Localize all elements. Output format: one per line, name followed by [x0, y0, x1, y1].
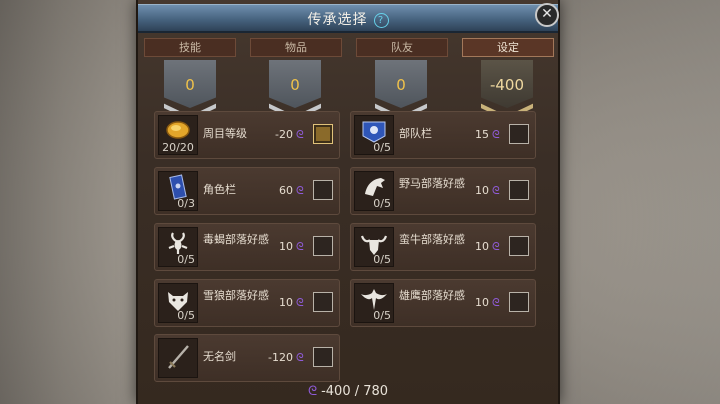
title-label: 传承选择	[307, 12, 368, 28]
item-count: 0/5	[373, 253, 391, 266]
currency-icon: ᘓ	[492, 128, 500, 141]
banner-teammates-points: 0	[375, 60, 427, 116]
item-card-eagle-tribe[interactable]: 0/5 雄鹰部落好感 10 ᘓ	[350, 279, 536, 327]
banner-value: 0	[185, 76, 195, 94]
banner-value: 0	[396, 76, 406, 94]
legacy-select-panel: 传承选择? ✕ 技能 物品 队友 设定 0 0 0 -400 20/20 周目等…	[136, 0, 560, 404]
currency-icon: ᘓ	[307, 384, 318, 399]
sword-icon	[168, 345, 189, 369]
banner-settings-points: -400	[481, 60, 533, 116]
item-name: 雄鹰部落好感	[399, 289, 465, 302]
item-card-horse-tribe[interactable]: 0/5 野马部落好感 10 ᘓ	[350, 167, 536, 215]
item-name: 角色栏	[203, 183, 236, 196]
item-name: 蛮牛部落好感	[399, 233, 465, 246]
item-count: 0/5	[373, 197, 391, 210]
item-checkbox[interactable]	[509, 236, 529, 256]
currency-icon: ᘓ	[492, 240, 500, 253]
item-count: 0/5	[177, 309, 195, 322]
item-count: 0/5	[373, 141, 391, 154]
item-checkbox[interactable]	[509, 180, 529, 200]
item-card-bull-tribe[interactable]: 0/5 蛮牛部落好感 10 ᘓ	[350, 223, 536, 271]
item-thumb: 0/5	[354, 115, 394, 155]
tab-settings[interactable]: 设定	[462, 38, 554, 57]
item-thumb: 0/5	[354, 171, 394, 211]
item-checkbox[interactable]	[313, 124, 333, 144]
item-card-wolf-tribe[interactable]: 0/5 雪狼部落好感 10 ᘓ	[154, 279, 340, 327]
currency-icon: ᘓ	[492, 184, 500, 197]
banner-value: 0	[290, 76, 300, 94]
currency-icon: ᘓ	[296, 296, 304, 309]
item-thumb: 20/20	[158, 115, 198, 155]
item-count: 0/5	[373, 309, 391, 322]
tab-skills[interactable]: 技能	[144, 38, 236, 57]
item-card-nameless-sword[interactable]: 无名剑 -120 ᘓ	[154, 334, 340, 382]
item-checkbox[interactable]	[509, 292, 529, 312]
background-right	[550, 0, 720, 404]
item-thumb: 0/3	[158, 171, 198, 211]
item-cost: 10	[279, 296, 293, 309]
title: 传承选择?	[138, 9, 558, 29]
banner-value: -400	[489, 76, 525, 94]
item-checkbox[interactable]	[313, 347, 333, 367]
item-cost: 60	[279, 184, 293, 197]
item-name: 周目等级	[203, 127, 247, 140]
item-cost: 10	[475, 296, 489, 309]
currency-icon: ᘓ	[296, 184, 304, 197]
item-card-cycle-level[interactable]: 20/20 周目等级 -20 ᘓ	[154, 111, 340, 159]
currency-icon: ᘓ	[492, 296, 500, 309]
item-thumb: 0/5	[158, 283, 198, 323]
background-left	[0, 0, 140, 404]
item-cost: 10	[279, 240, 293, 253]
item-count: 20/20	[162, 141, 194, 154]
item-name: 部队栏	[399, 127, 432, 140]
item-cost: 10	[475, 240, 489, 253]
item-name: 无名剑	[203, 350, 236, 363]
item-cost: 15	[475, 128, 489, 141]
tab-items[interactable]: 物品	[250, 38, 342, 57]
item-count: 0/3	[177, 197, 195, 210]
banner-skills-points: 0	[164, 60, 216, 116]
help-icon[interactable]: ?	[373, 13, 389, 28]
item-card-troop-slot[interactable]: 0/5 部队栏 15 ᘓ	[350, 111, 536, 159]
points-total-value: -400 / 780	[321, 384, 389, 399]
currency-icon: ᘓ	[296, 351, 304, 364]
banner-items-points: 0	[269, 60, 321, 116]
item-name: 毒蝎部落好感	[203, 233, 269, 246]
currency-icon: ᘓ	[296, 240, 304, 253]
item-thumb	[158, 338, 198, 378]
tab-teammates[interactable]: 队友	[356, 38, 448, 57]
item-checkbox[interactable]	[509, 124, 529, 144]
close-button[interactable]: ✕	[535, 3, 559, 27]
title-bar: 传承选择?	[138, 4, 558, 33]
tab-bar: 技能 物品 队友 设定	[144, 38, 554, 57]
item-cost: 10	[475, 184, 489, 197]
item-thumb: 0/5	[354, 283, 394, 323]
currency-icon: ᘓ	[296, 128, 304, 141]
item-checkbox[interactable]	[313, 180, 333, 200]
item-cost: -120	[268, 351, 293, 364]
item-cost: -20	[275, 128, 293, 141]
item-name: 野马部落好感	[399, 177, 465, 190]
item-count: 0/5	[177, 253, 195, 266]
item-name: 雪狼部落好感	[203, 289, 269, 302]
item-checkbox[interactable]	[313, 236, 333, 256]
item-thumb: 0/5	[158, 227, 198, 267]
points-total: ᘓ -400 / 780	[138, 384, 558, 399]
item-card-scorpion-tribe[interactable]: 0/5 毒蝎部落好感 10 ᘓ	[154, 223, 340, 271]
item-thumb: 0/5	[354, 227, 394, 267]
item-checkbox[interactable]	[313, 292, 333, 312]
close-icon: ✕	[541, 6, 553, 22]
item-card-character-slot[interactable]: 0/3 角色栏 60 ᘓ	[154, 167, 340, 215]
